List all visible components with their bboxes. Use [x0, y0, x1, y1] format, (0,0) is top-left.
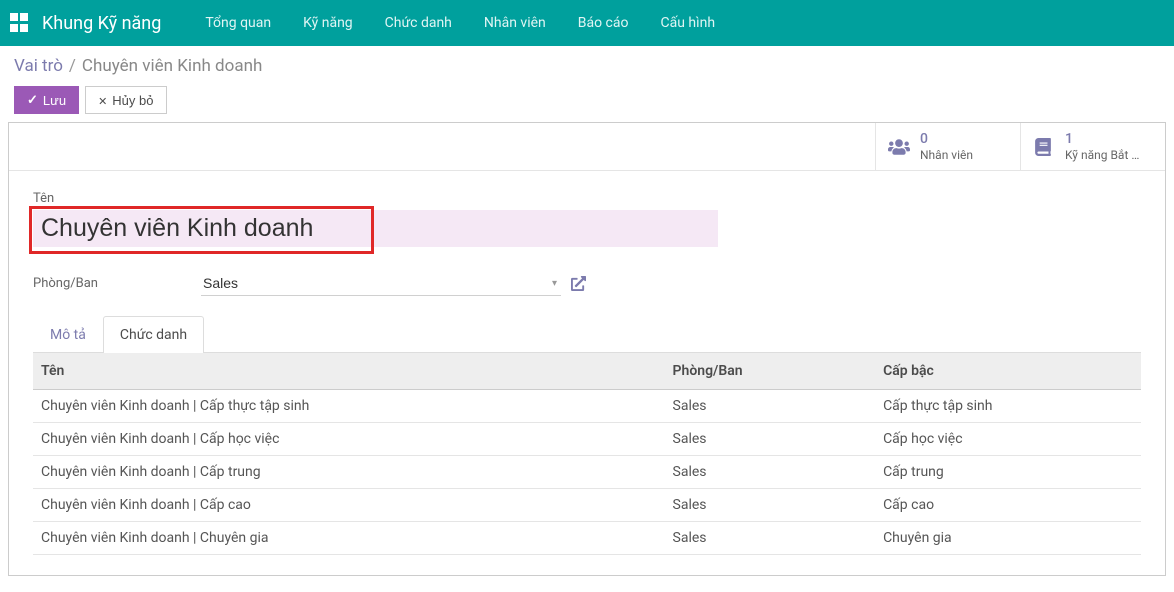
- nav-jobtitle[interactable]: Chức danh: [369, 3, 468, 43]
- cell-name: Chuyên viên Kinh doanh | Chuyên gia: [33, 522, 665, 555]
- main-navbar: Khung Kỹ năng Tổng quan Kỹ năng Chức dan…: [0, 0, 1174, 46]
- department-input[interactable]: [201, 271, 561, 296]
- save-button[interactable]: Lưu: [14, 86, 79, 114]
- table-row[interactable]: Chuyên viên Kinh doanh | Cấp cao Sales C…: [33, 489, 1141, 522]
- discard-button-label: Hủy bỏ: [112, 93, 153, 108]
- table-row[interactable]: Chuyên viên Kinh doanh | Cấp thực tập si…: [33, 390, 1141, 423]
- cell-dept: Sales: [665, 522, 876, 555]
- users-icon: [888, 138, 910, 156]
- nav-report[interactable]: Báo cáo: [562, 3, 645, 43]
- jobtitle-table: Tên Phòng/Ban Cấp bậc Chuyên viên Kinh d…: [33, 353, 1141, 555]
- cell-level: Cấp thực tập sinh: [875, 390, 1141, 423]
- cell-name: Chuyên viên Kinh doanh | Cấp thực tập si…: [33, 390, 665, 423]
- cell-dept: Sales: [665, 456, 876, 489]
- save-button-label: Lưu: [43, 93, 66, 108]
- breadcrumb: Vai trò / Chuyên viên Kinh doanh: [14, 56, 1160, 76]
- cross-icon: [98, 93, 107, 108]
- book-icon: [1033, 138, 1055, 156]
- tab-jobtitle[interactable]: Chức danh: [103, 316, 204, 353]
- tab-description[interactable]: Mô tả: [33, 316, 103, 353]
- stat-skills[interactable]: 1 Kỹ năng Bắt …: [1020, 123, 1165, 170]
- breadcrumb-separator: /: [69, 56, 76, 76]
- app-brand[interactable]: Khung Kỹ năng: [42, 13, 161, 34]
- stat-skills-label: Kỹ năng Bắt …: [1065, 148, 1139, 162]
- table-row[interactable]: Chuyên viên Kinh doanh | Chuyên gia Sale…: [33, 522, 1141, 555]
- apps-menu-icon[interactable]: [8, 11, 32, 35]
- nav-employee[interactable]: Nhân viên: [468, 3, 562, 43]
- department-label: Phòng/Ban: [33, 276, 201, 291]
- navbar-menu: Tổng quan Kỹ năng Chức danh Nhân viên Bá…: [189, 3, 731, 43]
- cell-level: Cấp cao: [875, 489, 1141, 522]
- cell-dept: Sales: [665, 390, 876, 423]
- breadcrumb-root[interactable]: Vai trò: [14, 56, 63, 76]
- table-row[interactable]: Chuyên viên Kinh doanh | Cấp trung Sales…: [33, 456, 1141, 489]
- table-row[interactable]: Chuyên viên Kinh doanh | Cấp học việc Sa…: [33, 423, 1141, 456]
- stat-skills-value: 1: [1065, 131, 1139, 148]
- th-level[interactable]: Cấp bậc: [875, 353, 1141, 390]
- stat-button-row: 0 Nhân viên 1 Kỹ năng Bắt …: [9, 123, 1165, 171]
- cell-name: Chuyên viên Kinh doanh | Cấp cao: [33, 489, 665, 522]
- th-department[interactable]: Phòng/Ban: [665, 353, 876, 390]
- stat-employees-value: 0: [920, 131, 973, 148]
- nav-skills[interactable]: Kỹ năng: [287, 3, 369, 43]
- th-name[interactable]: Tên: [33, 353, 665, 390]
- check-icon: [27, 92, 38, 108]
- control-buttons: Lưu Hủy bỏ: [14, 86, 1160, 114]
- stat-employees-label: Nhân viên: [920, 148, 973, 162]
- form-sheet: 0 Nhân viên 1 Kỹ năng Bắt … Tên: [8, 122, 1166, 576]
- cell-dept: Sales: [665, 489, 876, 522]
- nav-config[interactable]: Cấu hình: [645, 3, 732, 43]
- tabs: Mô tả Chức danh: [33, 316, 1141, 353]
- cell-level: Cấp trung: [875, 456, 1141, 489]
- nav-overview[interactable]: Tổng quan: [189, 3, 287, 43]
- cell-dept: Sales: [665, 423, 876, 456]
- external-link-icon[interactable]: [571, 276, 586, 291]
- cell-name: Chuyên viên Kinh doanh | Cấp trung: [33, 456, 665, 489]
- control-panel: Vai trò / Chuyên viên Kinh doanh Lưu Hủy…: [0, 46, 1174, 122]
- breadcrumb-current: Chuyên viên Kinh doanh: [82, 56, 262, 76]
- name-input[interactable]: [33, 210, 718, 247]
- cell-name: Chuyên viên Kinh doanh | Cấp học việc: [33, 423, 665, 456]
- cell-level: Chuyên gia: [875, 522, 1141, 555]
- discard-button[interactable]: Hủy bỏ: [85, 86, 166, 114]
- stat-employees[interactable]: 0 Nhân viên: [875, 123, 1020, 170]
- name-label: Tên: [33, 191, 1141, 206]
- cell-level: Cấp học việc: [875, 423, 1141, 456]
